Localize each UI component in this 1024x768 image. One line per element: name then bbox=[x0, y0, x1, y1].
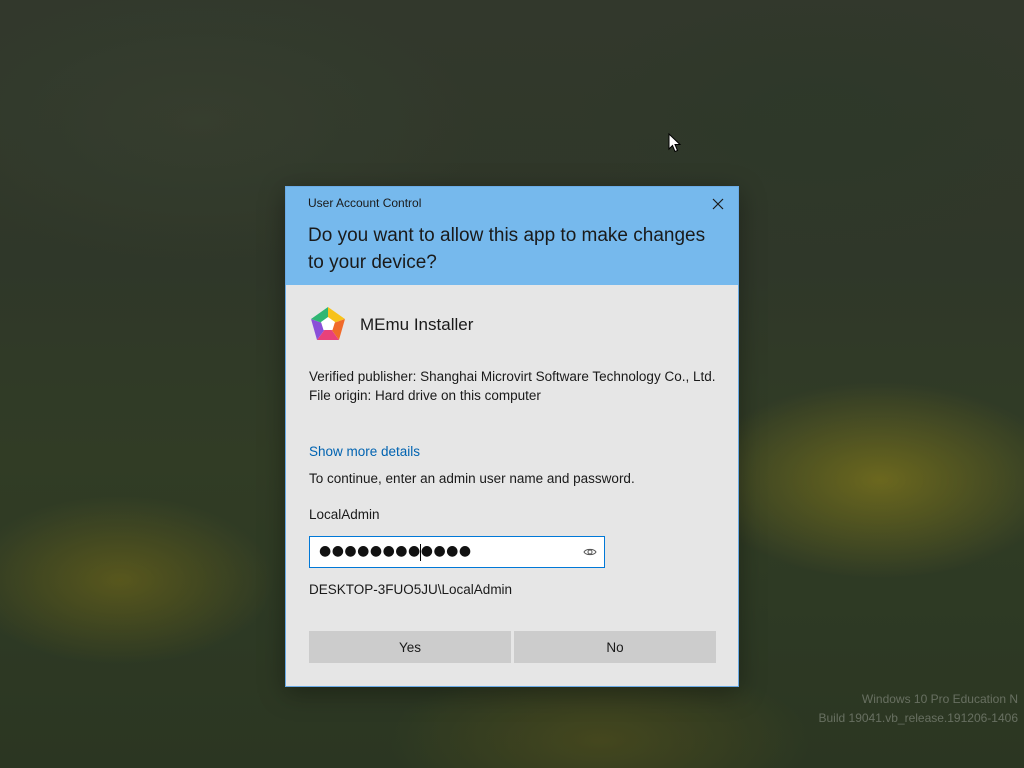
text-caret bbox=[420, 544, 421, 561]
credentials-prompt: To continue, enter an admin user name an… bbox=[309, 471, 635, 486]
close-icon bbox=[712, 198, 724, 210]
publisher-info: Verified publisher: Shanghai Microvirt S… bbox=[309, 368, 719, 405]
eye-icon[interactable] bbox=[583, 545, 597, 559]
verified-publisher: Verified publisher: Shanghai Microvirt S… bbox=[309, 369, 716, 384]
admin-username: LocalAdmin bbox=[309, 507, 380, 522]
memu-app-icon bbox=[311, 307, 345, 340]
password-field[interactable]: ●●●●●●●●●●●● bbox=[309, 536, 605, 568]
watermark-build: Build 19041.vb_release.191206-1406 bbox=[818, 711, 1019, 725]
show-more-details-link[interactable]: Show more details bbox=[309, 444, 420, 459]
mouse-cursor-icon bbox=[668, 133, 682, 153]
windows-watermark: Windows 10 Pro Education N Build 19041.v… bbox=[819, 690, 1019, 728]
no-button[interactable]: No bbox=[514, 631, 716, 663]
dialog-caption: User Account Control bbox=[308, 196, 422, 210]
watermark-edition: Windows 10 Pro Education N bbox=[861, 692, 1018, 706]
yes-button[interactable]: Yes bbox=[309, 631, 511, 663]
uac-header: User Account Control Do you want to allo… bbox=[286, 187, 738, 285]
app-name: MEmu Installer bbox=[360, 315, 474, 334]
uac-dialog: User Account Control Do you want to allo… bbox=[285, 186, 739, 687]
app-identity: MEmu Installer bbox=[308, 305, 473, 345]
uac-question: Do you want to allow this app to make ch… bbox=[308, 225, 706, 273]
password-masked-value: ●●●●●●●●●●●● bbox=[319, 543, 472, 559]
close-button[interactable] bbox=[708, 194, 728, 214]
file-origin: File origin: Hard drive on this computer bbox=[309, 388, 541, 403]
domain-username: DESKTOP-3FUO5JU\LocalAdmin bbox=[309, 582, 513, 597]
